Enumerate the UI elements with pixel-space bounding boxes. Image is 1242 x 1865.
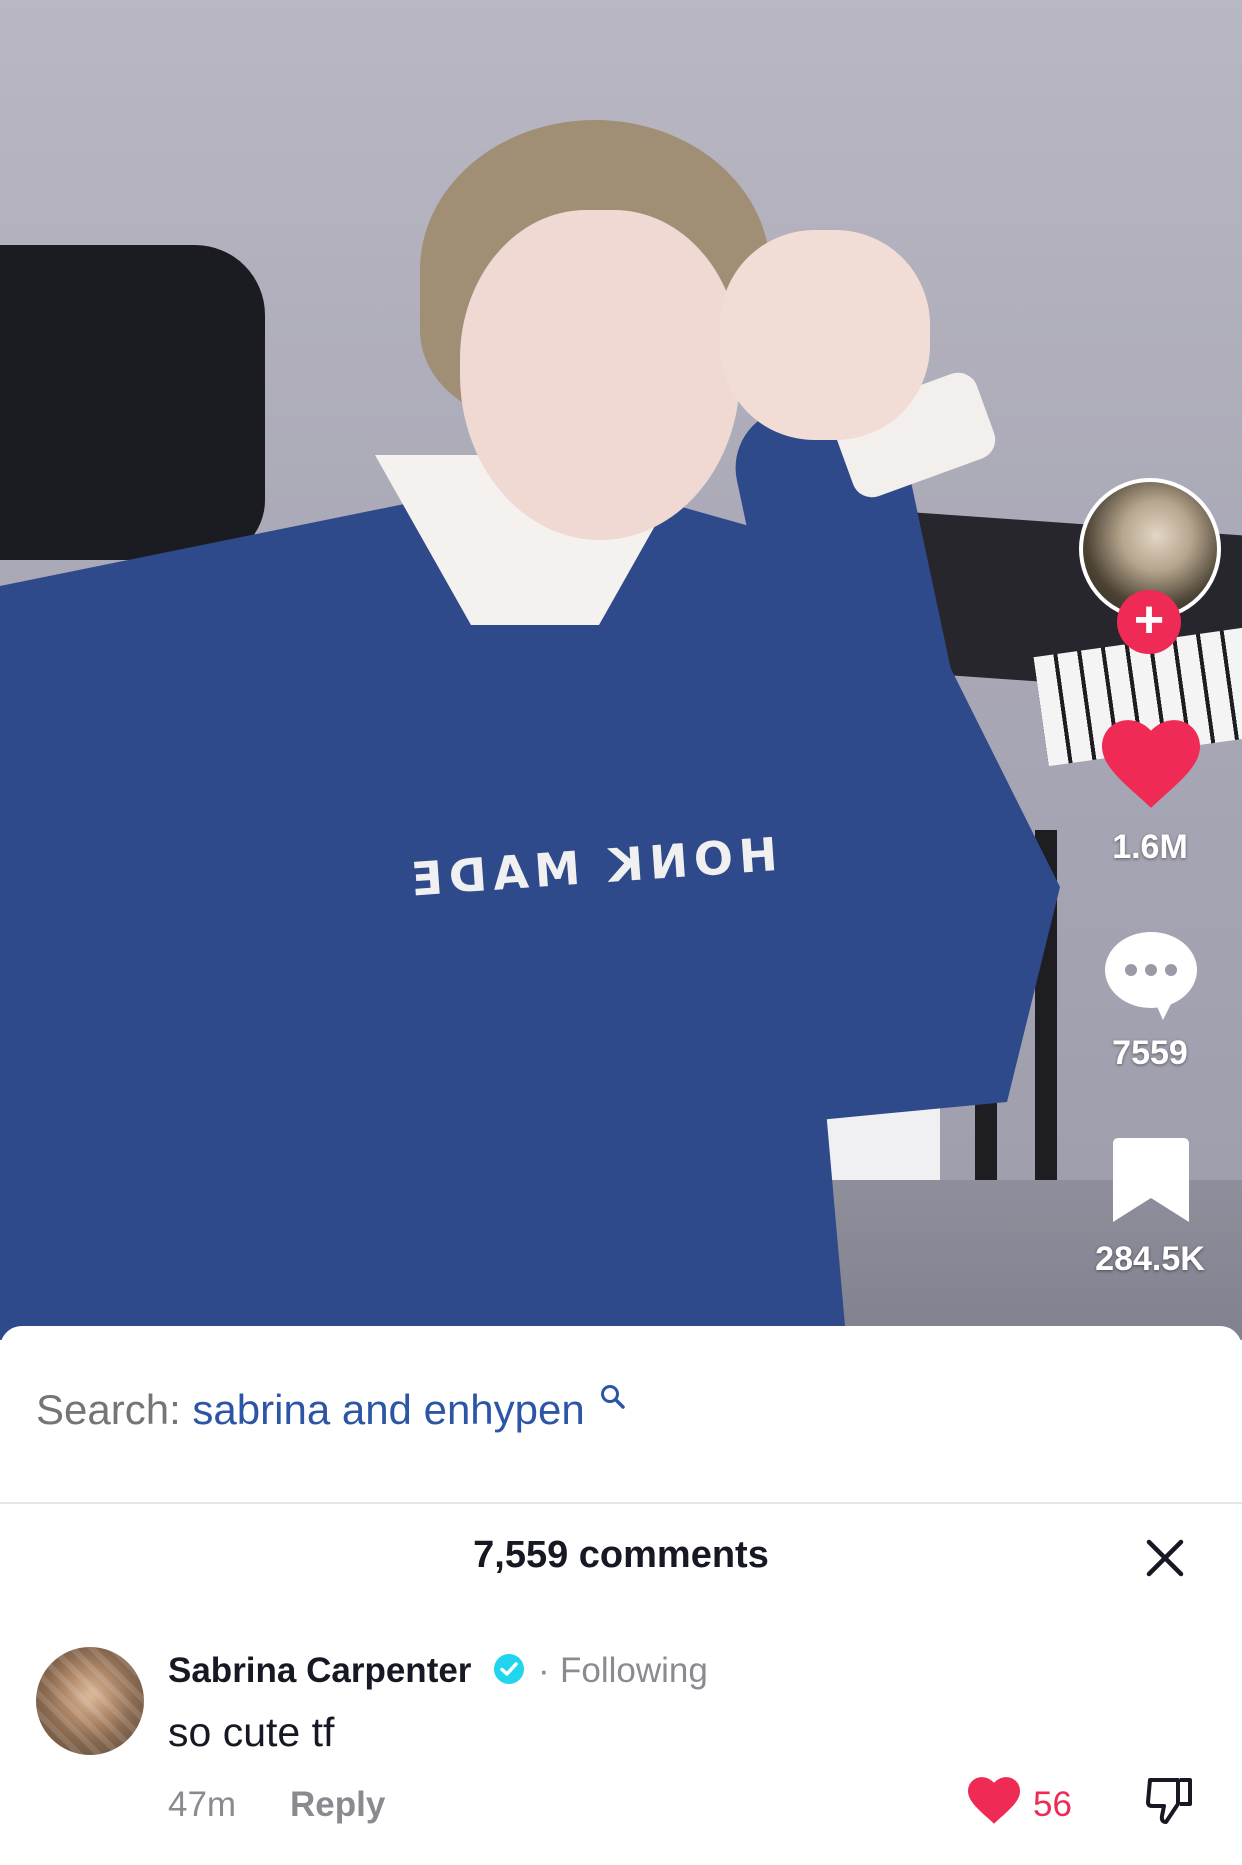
following-label: Following xyxy=(560,1651,708,1690)
comment-time: 47m xyxy=(168,1785,237,1824)
search-icon xyxy=(601,1385,626,1409)
plus-icon: + xyxy=(1133,591,1165,649)
comment-like-icon[interactable] xyxy=(968,1777,1020,1825)
verified-badge-icon xyxy=(494,1654,524,1684)
search-label: Search: xyxy=(36,1386,181,1433)
person-face xyxy=(460,210,740,540)
comment-like-count: 56 xyxy=(1033,1785,1072,1824)
like-count: 1.6M xyxy=(1112,828,1188,866)
commenter-avatar[interactable] xyxy=(36,1647,144,1755)
save-count: 284.5K xyxy=(1095,1240,1205,1278)
comments-count-title: 7,559 comments xyxy=(473,1534,769,1576)
reply-button[interactable]: Reply xyxy=(290,1785,385,1825)
dislike-icon[interactable] xyxy=(1144,1774,1196,1826)
chair-back xyxy=(0,245,265,560)
comment-text: so cute tf xyxy=(168,1709,335,1755)
search-query-link[interactable]: sabrina and enhypen xyxy=(192,1386,584,1433)
search-suggestion[interactable]: Search: sabrina and enhypen xyxy=(36,1385,626,1434)
divider xyxy=(0,1502,1242,1504)
comment-bubble-icon[interactable] xyxy=(1103,928,1199,1020)
video-player[interactable]: HONK MADE xyxy=(0,0,1242,1340)
person-hand xyxy=(720,230,930,440)
commenter-username[interactable]: Sabrina Carpenter xyxy=(168,1651,471,1691)
close-icon[interactable] xyxy=(1143,1536,1187,1580)
heart-icon[interactable] xyxy=(1102,720,1200,810)
separator-dot: · xyxy=(538,1651,550,1690)
bookmark-icon[interactable] xyxy=(1113,1138,1189,1222)
follow-button[interactable]: + xyxy=(1117,590,1181,654)
comment-count: 7559 xyxy=(1112,1034,1188,1072)
